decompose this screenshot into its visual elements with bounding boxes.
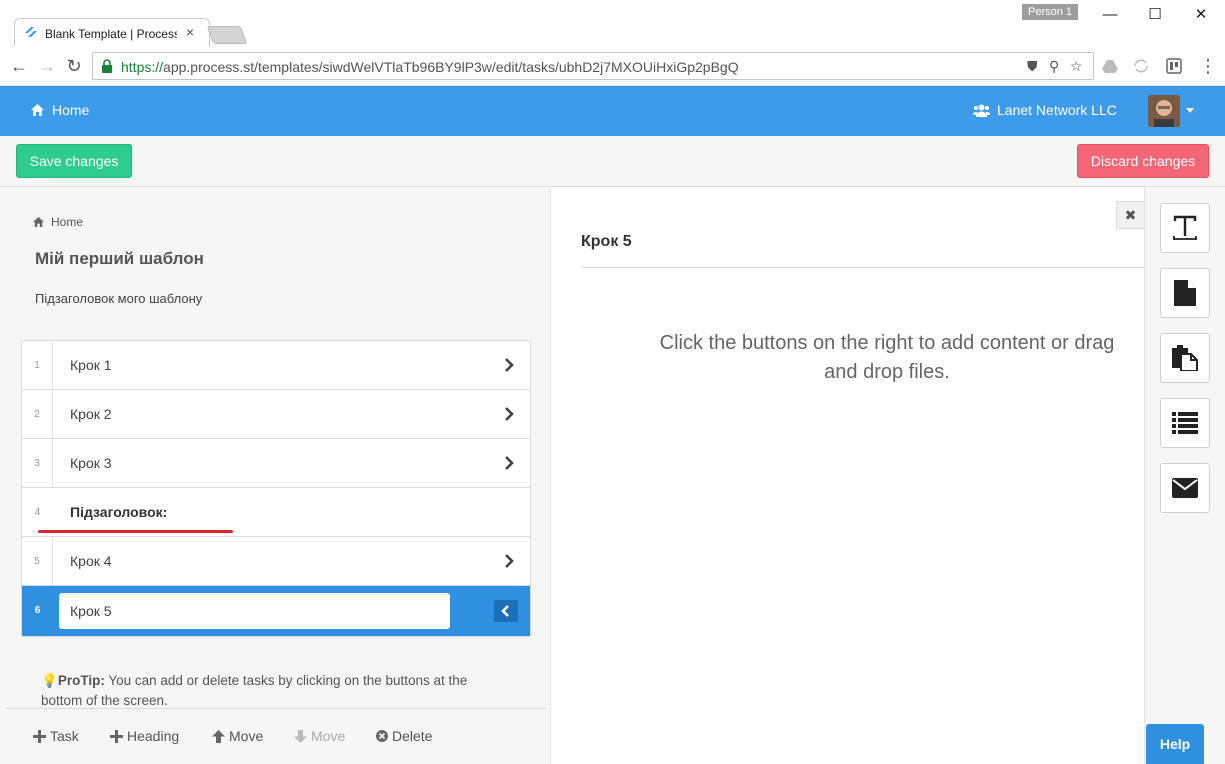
url-text: https://app.process.st/templates/siwdWel… [121,59,739,75]
user-menu-caret-icon[interactable] [1186,108,1194,113]
collapse-task-button[interactable] [494,600,518,622]
tab-title: Blank Template | Process [45,27,177,41]
browser-titlebar: Blank Template | Process × Person 1 — ☐ … [0,0,1225,48]
new-tab-button[interactable] [206,26,248,44]
task-toolbar: Task Heading Move Move Delete [6,708,546,764]
chevron-right-icon [505,407,514,421]
save-changes-button[interactable]: Save changes [16,144,132,178]
add-file-widget-button[interactable] [1160,268,1210,318]
move-down-button[interactable]: Move [294,728,345,744]
avatar[interactable] [1148,95,1180,127]
arrow-down-icon [294,729,307,743]
user-photo-icon [1148,95,1180,127]
help-button[interactable]: Help [1146,724,1204,764]
lightbulb-icon: 💡 [41,673,58,688]
task-sidebar: Home Мій перший шаблон Підзаголовок мого… [0,187,551,764]
add-task-button[interactable]: Task [33,728,79,744]
home-icon [31,104,44,116]
annotation-underline [38,530,233,533]
heading-row[interactable]: 4 Підзаголовок: [22,488,530,537]
shield-icon[interactable]: ⛊ [1027,58,1038,75]
task-title: Крок 5 [581,233,632,250]
add-copy-widget-button[interactable] [1160,333,1210,383]
chevron-right-icon [505,456,514,470]
task-label: Крок 4 [70,553,112,569]
process-street-favicon [25,27,37,37]
chevron-right-icon [505,554,514,568]
task-row[interactable]: 1 Крок 1 [22,341,530,390]
star-icon[interactable]: ☆ [1070,58,1083,75]
chrome-menu-icon[interactable]: ⋮ [1198,56,1218,76]
users-icon [973,104,990,117]
task-row[interactable]: 5 Крок 4 [22,537,530,586]
plus-icon [33,729,46,743]
widget-rail [1144,187,1225,764]
edit-action-bar: Save changes Discard changes [0,136,1225,187]
add-list-widget-button[interactable] [1160,398,1210,448]
empty-content-message: Click the buttons on the right to add co… [659,332,1115,383]
breadcrumb[interactable]: Home [33,215,83,229]
text-widget-icon [1173,215,1197,240]
task-number: 5 [22,537,53,585]
heading-label: Підзаголовок: [70,504,168,520]
forward-arrow-icon[interactable]: → [37,56,57,76]
copy-widget-icon [1172,345,1198,371]
trello-extension-icon[interactable] [1166,58,1182,74]
task-number: 3 [22,439,53,487]
back-arrow-icon[interactable]: ← [9,56,29,76]
delete-task-button[interactable]: Delete [376,728,432,744]
discard-changes-button[interactable]: Discard changes [1077,144,1209,178]
task-name-input[interactable] [59,593,450,629]
protip: 💡ProTip: You can add or delete tasks by … [41,673,468,708]
task-number: 1 [22,341,53,389]
close-widgets-icon[interactable]: ✖ [1116,201,1144,229]
chevron-left-icon [501,605,509,617]
organization-link[interactable]: Lanet Network LLC [973,102,1117,118]
times-circle-icon [376,730,388,742]
add-heading-button[interactable]: Heading [110,728,179,744]
task-list: 1 Крок 1 2 Крок 2 3 Крок 3 4 Підзаголово… [21,340,531,637]
maximize-icon[interactable]: ☐ [1140,4,1170,26]
move-up-button[interactable]: Move [212,728,263,744]
task-number: 4 [34,507,41,518]
lock-icon [102,59,112,73]
task-number: 6 [34,605,41,616]
template-subtitle[interactable]: Підзаголовок мого шаблону [35,291,202,306]
list-widget-icon [1172,412,1198,434]
plus-icon [110,729,123,743]
task-label: Крок 1 [70,357,112,373]
add-email-widget-button[interactable] [1160,463,1210,513]
email-widget-icon [1172,478,1198,498]
template-title[interactable]: Мій перший шаблон [35,249,204,269]
profile-badge[interactable]: Person 1 [1022,4,1078,20]
task-row-active[interactable]: 6 [22,586,530,636]
reload-icon[interactable]: ↻ [64,56,84,76]
task-row[interactable]: 2 Крок 2 [22,390,530,439]
browser-toolbar: ← → ↻ https://app.process.st/templates/s… [0,46,1225,86]
divider [581,267,1144,268]
task-label: Крок 2 [70,406,112,422]
add-text-widget-button[interactable] [1160,203,1210,253]
minimize-icon[interactable]: — [1095,4,1125,26]
app-header: Home Lanet Network LLC [0,86,1225,136]
sync-extension-icon[interactable] [1133,58,1149,74]
chevron-right-icon [505,358,514,372]
tab-close-icon[interactable]: × [186,24,194,40]
key-icon[interactable]: ⚲ [1049,58,1059,75]
home-icon [33,217,44,227]
address-bar[interactable]: https://app.process.st/templates/siwdWel… [92,52,1094,80]
drive-extension-icon[interactable] [1102,58,1118,74]
task-label: Крок 3 [70,455,112,471]
window-close-icon[interactable]: ✕ [1186,4,1216,26]
task-number: 2 [22,390,53,438]
file-widget-icon [1174,280,1196,306]
task-row[interactable]: 3 Крок 3 [22,439,530,488]
home-link[interactable]: Home [31,102,89,118]
task-editor: ✖ Крок 5 Click the buttons on the right … [552,187,1144,764]
arrow-up-icon [212,729,225,743]
